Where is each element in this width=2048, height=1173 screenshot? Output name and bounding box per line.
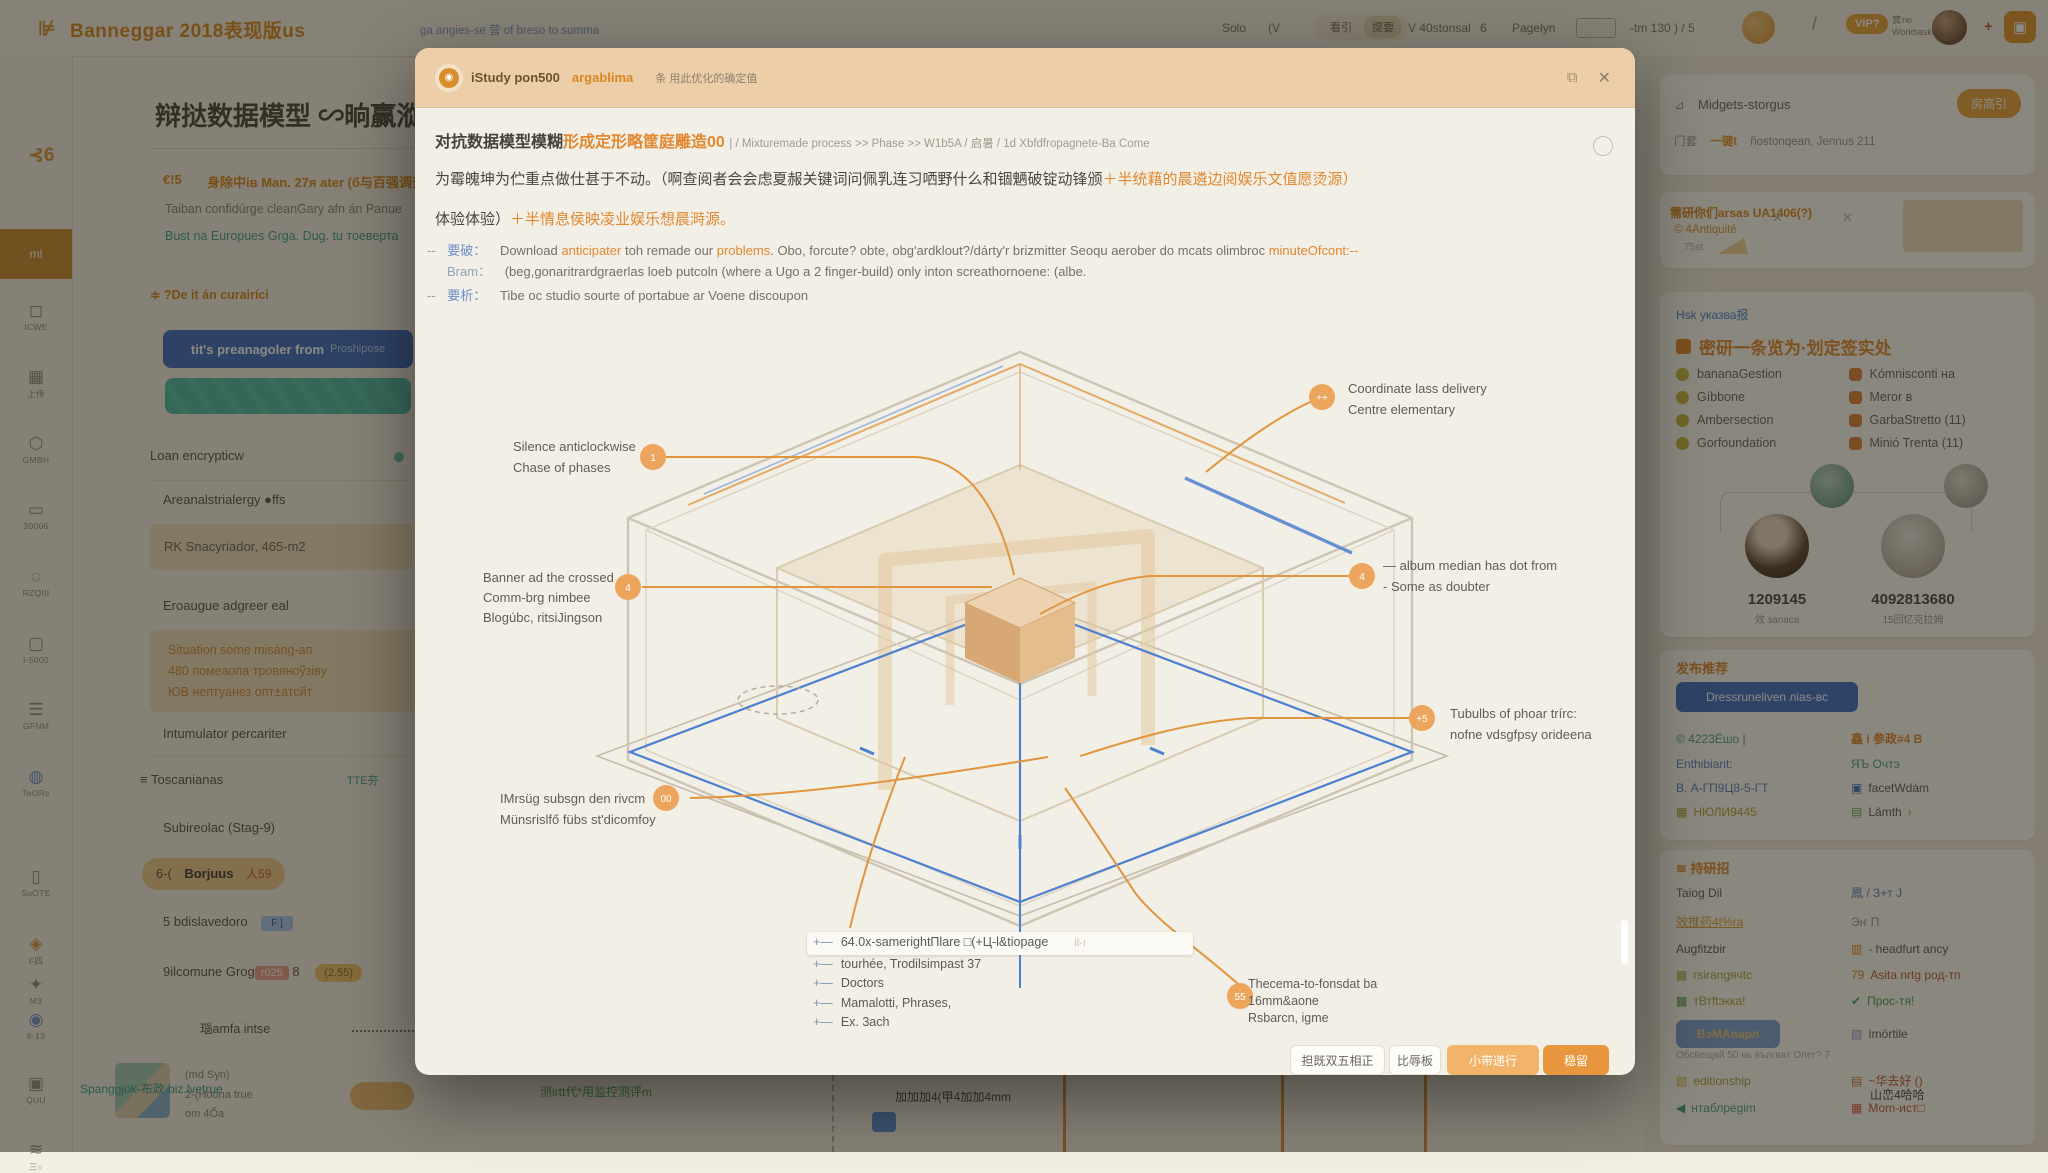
tree-item[interactable]: +—Mamalotti, Phrases, [813,994,1193,1014]
modal-bullet-1b: Bram： (beg,gonaritrardgraerlas loeb putc… [447,261,1086,280]
svg-text:4: 4 [1359,572,1365,583]
diagram-label-left-2: Banner ad the crossedComm-brg nimbeeBlog… [483,568,614,628]
modal-subtitle: 条 用此优化的确定值 [655,70,757,86]
secondary-button-1[interactable]: 担既双五相正 [1290,1045,1385,1075]
close-icon[interactable]: ✕ [1598,68,1611,88]
scrollbar-thumb[interactable] [1621,920,1628,964]
diagram-label-right-2: — album median has dot from- Some as dou… [1383,555,1557,597]
confirm-button[interactable]: 稳留 [1543,1045,1609,1075]
modal-paragraph-1: 对抗数据模型模糊形成定形略筐庭雕造00 | / Mixturemade proc… [435,128,1150,152]
svg-text:55: 55 [1234,992,1246,1003]
svg-text:+5: +5 [1416,714,1428,725]
tree-item[interactable]: +—tourhée, Trodilsimpast 37 [813,955,1193,975]
modal-title-accent: argablima [572,70,633,85]
inline-link[interactable]: problems [717,243,770,258]
tree-item-selected[interactable]: +—64.0x-samerightПlare □(+Ц-l&tiopageil-… [807,932,1193,955]
confirm-button-light[interactable]: 小带递行 [1447,1045,1539,1075]
modal-paragraph-2: 为霉魄坤为伫重点做仕甚于不动。（啊查阅者会会虑夏赧关键词问佩乳连习哂野什么和锢魉… [435,168,1358,189]
outline-tree: +—64.0x-samerightПlare □(+Ц-l&tiopageil-… [813,932,1193,1033]
modal-paragraph-3: 体验体验）＋半情息侯映凌业娱乐想晨溡源。 [435,208,735,229]
radio-circle[interactable] [1593,136,1613,156]
modal-header: ◉ iStudy pon500 argablima 条 用此优化的确定值 ⧉ ✕ [415,48,1635,108]
tree-item[interactable]: +—Doctors [813,974,1193,994]
secondary-button-2[interactable]: 比辱板 [1389,1045,1441,1075]
inline-link[interactable]: anticipater [561,243,621,258]
svg-text:++: ++ [1316,393,1328,404]
modal-bullet-1: -- 要破： Download anticipater toh remade o… [427,240,1358,259]
copy-icon[interactable]: ⧉ [1567,69,1578,86]
proposal-modal: ◉ iStudy pon500 argablima 条 用此优化的确定值 ⧉ ✕… [415,48,1635,1075]
svg-text:4: 4 [625,583,631,594]
modal-bullet-2: -- 要析： Tibe oc studio sourte of portabue… [427,285,808,304]
svg-text:00: 00 [660,794,672,805]
inline-link[interactable]: minuteOfcont:-- [1269,243,1359,258]
diagram-label-left-1: Silence anticlockwiseChase of phases [513,436,636,478]
bullet-label: 要析： [447,288,486,303]
diagram-label-right-3: Tubulbs of phoar trírc:nofne vdsgfpsy or… [1450,703,1592,745]
diagram-label-right-1: Coordinate lass deliveryCentre elementar… [1348,378,1487,420]
modal-title: iStudy pon500 [471,70,560,85]
tree-item-tag: il-ı [1074,937,1086,949]
svg-text:1: 1 [650,453,656,464]
modal-header-actions: ⧉ ✕ [1567,68,1611,88]
modal-badge-icon: ◉ [439,68,459,88]
diagram-label-right-4: Thecema-to-fonsdat ba16mm&aoneRsbarcn, i… [1248,976,1377,1027]
diagram-label-left-3: IMrsüg subsgn den rivcmMünsrislfő fübs s… [500,788,656,830]
tree-item[interactable]: +—Ex. 3ach [813,1013,1193,1033]
bullet-label: 要破： [447,243,486,258]
bullet-label: Bram： [447,264,491,279]
